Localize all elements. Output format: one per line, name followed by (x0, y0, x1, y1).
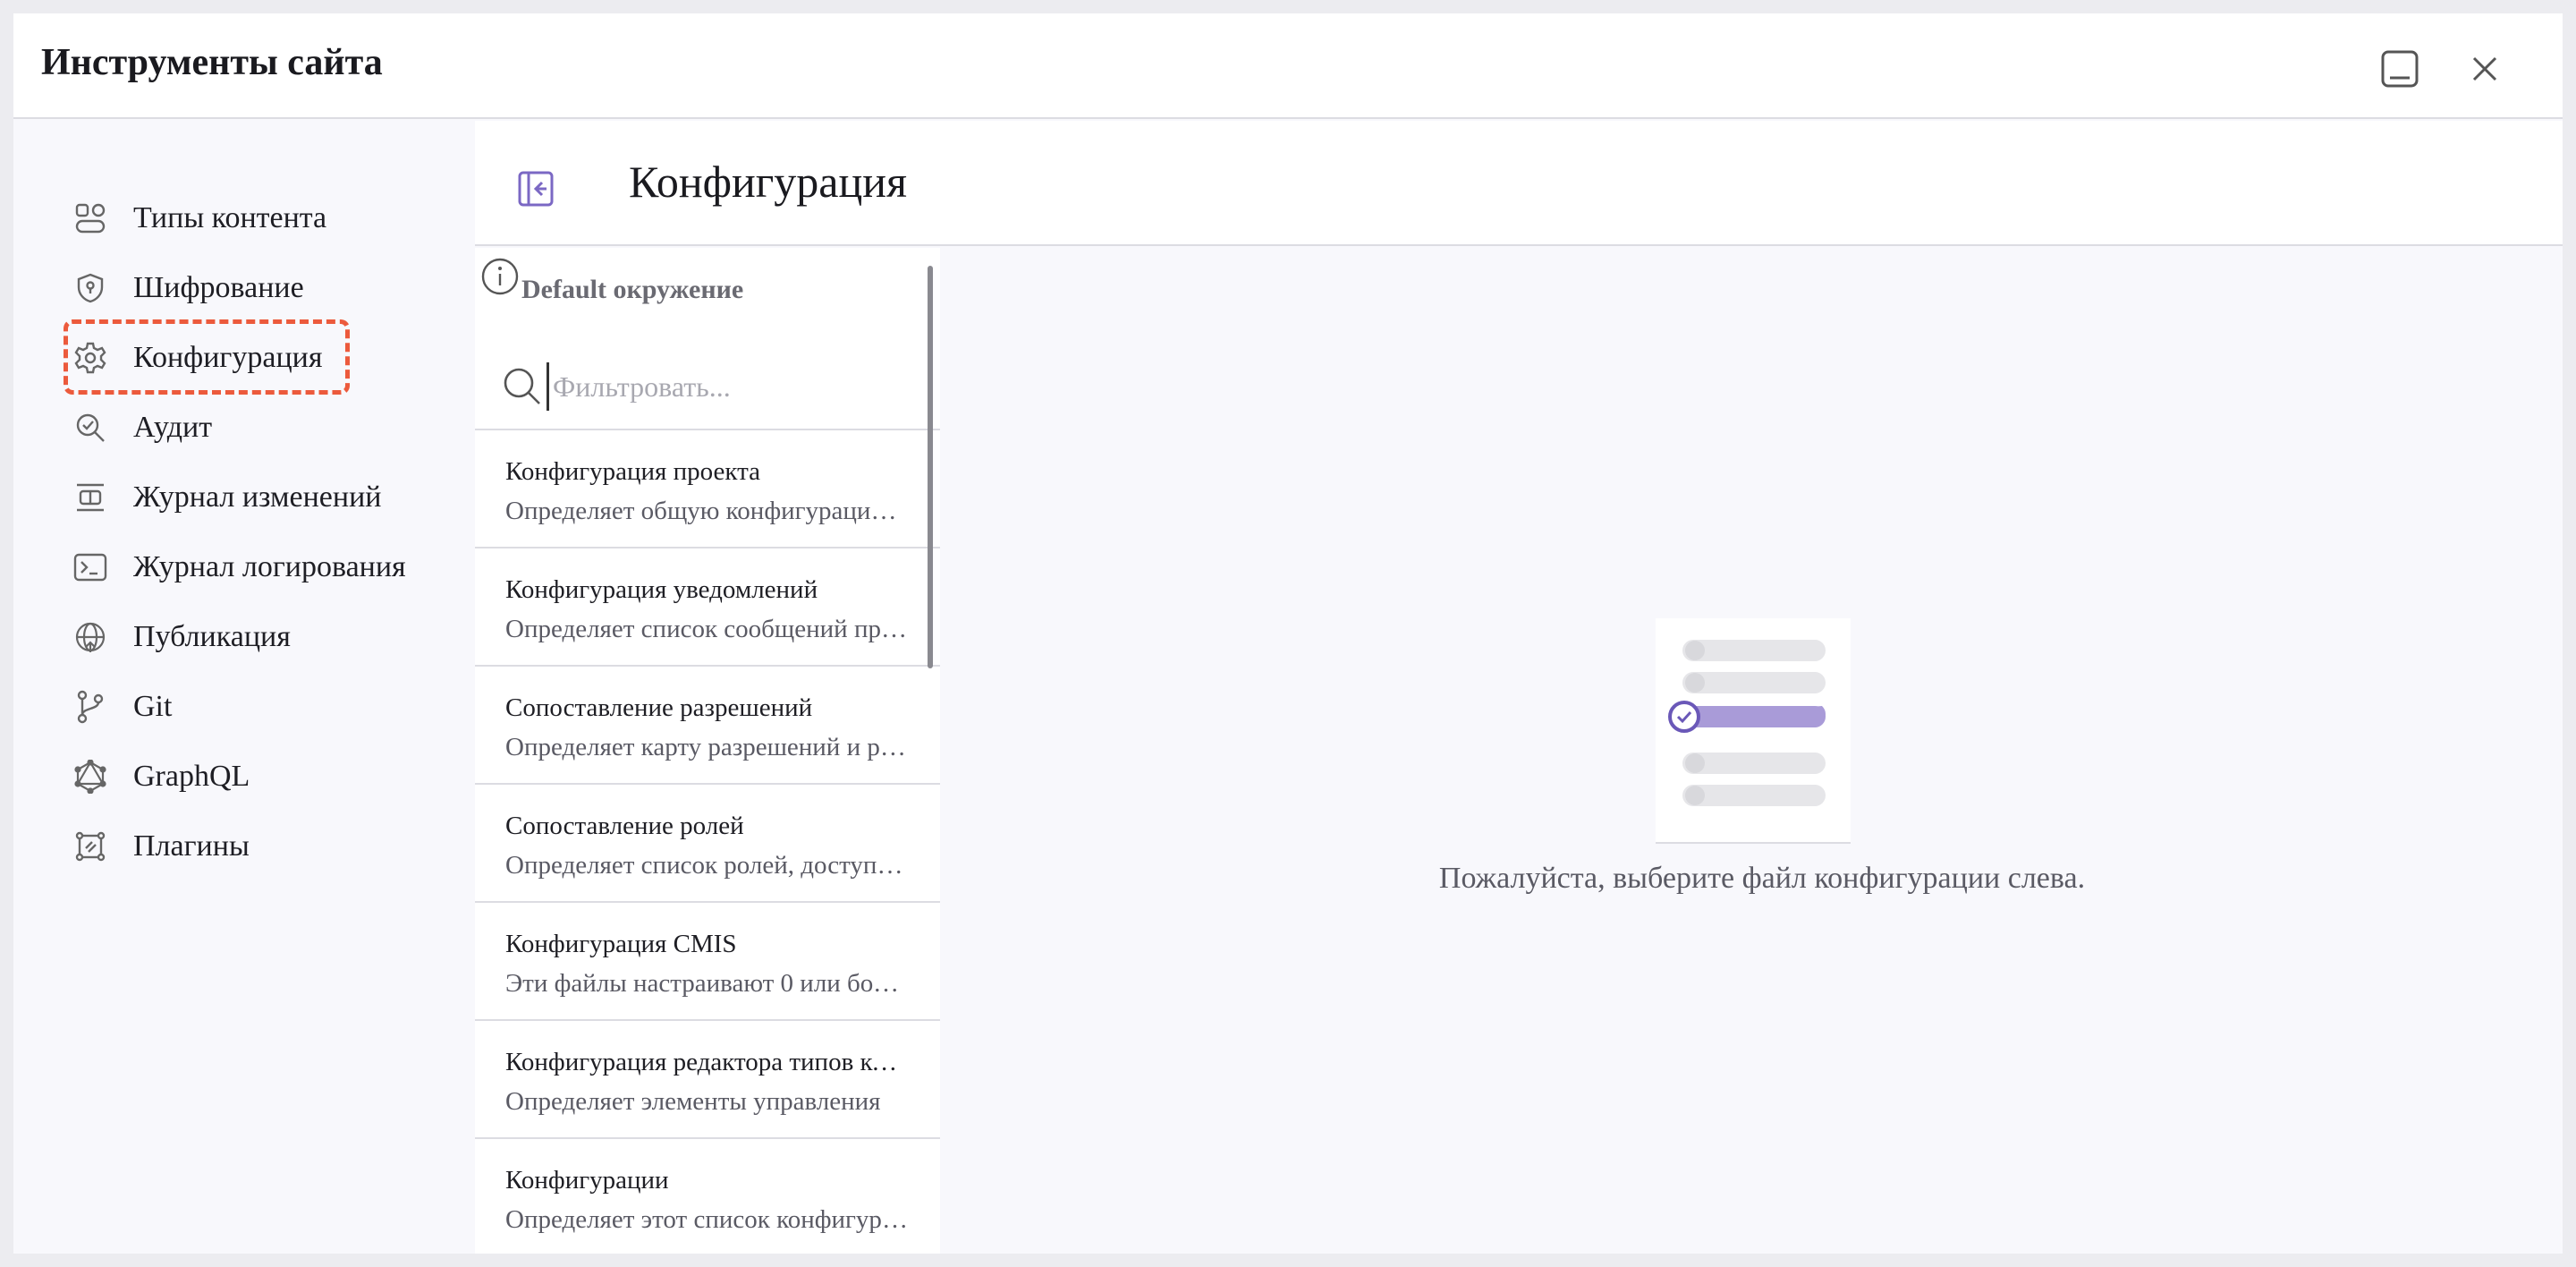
sidebar-item-label: GraphQL (133, 760, 250, 793)
sidebar-item-logging[interactable]: Журнал логирования (72, 540, 448, 594)
config-title: Конфигурация проекта (505, 457, 760, 486)
config-title: Сопоставление разрешений (505, 693, 813, 722)
collapse-panel-icon (518, 171, 554, 207)
audit-search-icon (72, 410, 108, 446)
config-list-item[interactable]: Конфигурации Определяет этот список конф… (475, 1139, 940, 1254)
empty-state-message: Пожалуйста, выберите файл конфигурации с… (1438, 862, 2086, 895)
sidebar-item-label: Аудит (133, 411, 213, 444)
sidebar-item-label: Плагины (133, 829, 250, 863)
close-icon (2472, 56, 2497, 81)
content-types-icon (72, 200, 108, 236)
config-title: Конфигурация уведомлений (505, 575, 818, 604)
config-title: Конфигурация CMIS (505, 930, 737, 958)
environment-label: Default окружение (521, 275, 744, 304)
terminal-icon (72, 549, 108, 585)
sidebar: Типы контента Шифрование Конфигурация Ау… (13, 121, 475, 1254)
config-description: Определяет список сообщений проекта (505, 615, 908, 644)
sidebar-item-label: Git (133, 690, 173, 723)
plugin-icon (72, 829, 108, 864)
sidebar-item-label: Публикация (133, 620, 291, 653)
sidebar-item-publishing[interactable]: Публикация (72, 610, 448, 664)
dialog-header: Инструменты сайта (13, 13, 2563, 119)
minimize-window-icon (2381, 50, 2419, 88)
environment-row: Default окружение (475, 248, 940, 346)
config-title: Конфигурация редактора типов контента (505, 1048, 908, 1076)
sidebar-item-label: Типы контента (133, 201, 327, 234)
git-branch-icon (72, 689, 108, 725)
sidebar-item-label: Шифрование (133, 271, 304, 304)
config-list-item[interactable]: Конфигурация редактора типов контента Оп… (475, 1021, 940, 1139)
sidebar-item-graphql[interactable]: GraphQL (72, 750, 448, 804)
collapse-sidebar-button[interactable] (511, 164, 561, 214)
search-icon (504, 368, 540, 404)
shield-lock-icon (72, 270, 108, 306)
page-title: Конфигурация (629, 157, 907, 207)
config-description: Эти файлы настраивают 0 или более (505, 969, 908, 999)
site-tools-dialog: Инструменты сайта Типы контента Шифрован… (13, 13, 2563, 1254)
sidebar-item-encryption[interactable]: Шифрование (72, 261, 448, 315)
sidebar-item-git[interactable]: Git (72, 680, 448, 734)
sidebar-item-label: Конфигурация (133, 341, 323, 374)
gear-icon (72, 340, 108, 376)
sidebar-item-history[interactable]: Журнал изменений (72, 471, 448, 524)
globe-publish-icon (72, 619, 108, 655)
config-list-item[interactable]: Сопоставление разрешений Определяет карт… (475, 667, 940, 785)
config-list-item[interactable]: Конфигурация уведомлений Определяет спис… (475, 548, 940, 667)
search-bar (475, 346, 940, 430)
sidebar-item-plugins[interactable]: Плагины (72, 820, 448, 873)
config-description: Определяет список ролей, доступных (505, 851, 908, 880)
graphql-icon (72, 759, 108, 795)
config-description: Определяет карту разрешений и ролей (505, 733, 908, 762)
sidebar-item-content-types[interactable]: Типы контента (72, 191, 448, 245)
sidebar-item-label: Журнал логирования (133, 550, 406, 583)
config-title: Конфигурации (505, 1166, 669, 1195)
config-description: Определяет этот список конфигураций (505, 1205, 908, 1235)
main-header: Конфигурация (475, 121, 2563, 246)
config-list-item[interactable]: Сопоставление ролей Определяет список ро… (475, 785, 940, 903)
close-button[interactable] (2453, 37, 2517, 101)
list-scrollbar[interactable] (928, 266, 933, 668)
config-list-item[interactable]: Конфигурация CMIS Эти файлы настраивают … (475, 903, 940, 1021)
minimize-button[interactable] (2368, 37, 2432, 101)
config-list-item[interactable]: Конфигурация проекта Определяет общую ко… (475, 430, 940, 548)
search-input[interactable] (547, 362, 922, 411)
config-description: Определяет элементы управления (505, 1087, 881, 1117)
info-icon[interactable] (480, 257, 520, 296)
main-panel: Конфигурация Default окружение Фильтрова… (475, 121, 2563, 1254)
empty-state-illustration (1656, 618, 1851, 844)
config-description: Определяет общую конфигурацию проекта (505, 497, 908, 526)
sidebar-item-label: Журнал изменений (133, 480, 382, 514)
config-list-panel: Default окружение Конфигурация проекта О… (475, 248, 940, 1254)
sidebar-item-configuration[interactable]: Конфигурация (72, 331, 448, 385)
config-title: Сопоставление ролей (505, 812, 744, 840)
sidebar-item-audit[interactable]: Аудит (72, 401, 448, 455)
dialog-title: Инструменты сайта (41, 42, 383, 83)
config-list: Конфигурация проекта Определяет общую ко… (475, 430, 940, 1254)
history-log-icon (72, 480, 108, 515)
